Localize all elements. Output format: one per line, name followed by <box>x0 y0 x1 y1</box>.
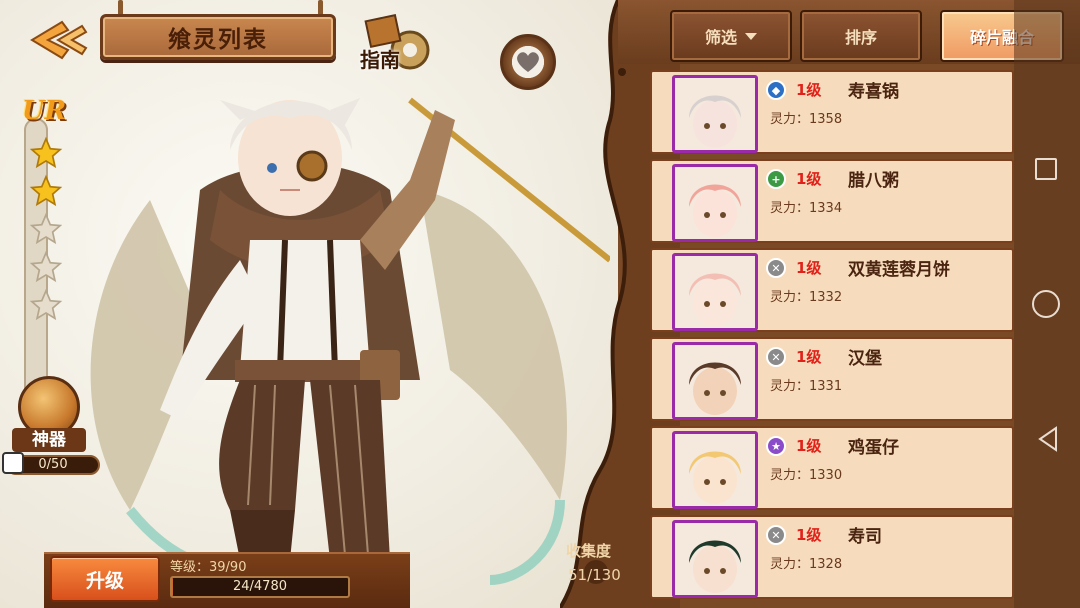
sort-label: 排序 <box>844 28 877 47</box>
power-text: 灵力：1330 <box>770 468 843 483</box>
star-empty-icon <box>29 288 63 321</box>
portrait-icon <box>675 523 755 595</box>
power-text: 灵力：1332 <box>770 290 843 305</box>
xp-progress-bar: 24/4780 <box>170 576 350 598</box>
roster-card[interactable]: ✕ 1级 寿司 灵力：1328 <box>650 515 1014 599</box>
character-avatar <box>672 520 758 598</box>
heart-icon <box>517 52 539 72</box>
guide-button[interactable]: 指南 <box>354 13 436 76</box>
roster-card[interactable]: ✕ 1级 双黄莲蓉月饼 灵力：1332 <box>650 248 1014 332</box>
favorite-button[interactable] <box>500 34 556 90</box>
power-text: 灵力：1331 <box>770 379 843 394</box>
roster-card[interactable]: ✕ 1级 汉堡 灵力：1331 <box>650 337 1014 421</box>
filter-label: 筛选 <box>704 28 737 47</box>
heal-icon: + <box>766 169 786 189</box>
character-avatar <box>672 253 758 331</box>
character-avatar <box>672 431 758 509</box>
roster-card[interactable]: ◆ 1级 寿喜锅 灵力：1358 <box>650 70 1014 154</box>
xp-text: 24/4780 <box>232 579 287 594</box>
sort-button[interactable]: 排序 <box>800 10 922 62</box>
character-scene: 飨灵列表 指南 UR 神器 0/50 升级 等级：39/90 24/4780 <box>0 0 640 608</box>
character-name: 汉堡 <box>848 349 882 369</box>
back-button[interactable] <box>24 18 94 62</box>
level-text: 1级 <box>796 170 822 188</box>
roster-card[interactable]: +1级 腊八粥 灵力：1334 <box>650 159 1014 243</box>
level-text: 1级 <box>796 348 822 366</box>
character-name: 双黄莲蓉月饼 <box>848 260 950 280</box>
shield-icon: ◆ <box>766 80 786 100</box>
artifact-label: 神器 <box>12 428 86 452</box>
xp-progress-fill <box>172 578 173 596</box>
sword-icon: ✕ <box>766 525 786 545</box>
filter-button[interactable]: 筛选 <box>670 10 792 62</box>
level-text: 1级 <box>796 526 822 544</box>
star-empty-icon <box>29 250 63 283</box>
page-title: 飨灵列表 <box>168 26 268 53</box>
page-title-plaque: 飨灵列表 <box>100 14 336 60</box>
character-avatar <box>672 342 758 420</box>
collection-value: 51/130 <box>568 566 621 584</box>
upgrade-button[interactable]: 升级 <box>50 556 160 602</box>
grade-text: 等级：39/90 <box>170 560 247 575</box>
level-text: 1级 <box>796 259 822 277</box>
character-name: 寿司 <box>848 527 882 547</box>
character-avatar <box>672 164 758 242</box>
power-text: 灵力：1328 <box>770 557 843 572</box>
power-text: 灵力：1334 <box>770 201 843 216</box>
star-filled-icon <box>29 136 63 169</box>
artifact-progress-text: 0/50 <box>38 457 68 472</box>
star-empty-icon <box>29 212 63 245</box>
sword-icon: ✕ <box>766 258 786 278</box>
portrait-icon <box>675 78 755 150</box>
character-name: 鸡蛋仔 <box>848 438 899 458</box>
roster-card[interactable]: ★ 1级 鸡蛋仔 灵力：1330 <box>650 426 1014 510</box>
caret-down-icon <box>745 32 757 40</box>
roster-list: ◆ 1级 寿喜锅 灵力：1358 +1级 腊八粥 灵力：1334 ✕ 1级 双黄莲蓉月饼 灵力：13… <box>650 70 1014 608</box>
sword-icon: ✕ <box>766 347 786 367</box>
back-triangle-icon[interactable] <box>1036 426 1060 452</box>
character-illustration <box>90 97 610 585</box>
portrait-icon <box>675 167 755 239</box>
star-icon: ★ <box>766 436 786 456</box>
rarity-label: UR <box>22 96 67 126</box>
level-text: 1级 <box>796 81 822 99</box>
star-filled-icon <box>29 174 63 207</box>
portrait-icon <box>675 256 755 328</box>
level-text: 1级 <box>796 437 822 455</box>
cup-icon <box>2 452 24 474</box>
rarity-panel: UR <box>22 96 70 326</box>
portrait-icon <box>675 434 755 506</box>
collection-label: 收集度 <box>566 542 612 560</box>
recent-apps-icon[interactable] <box>1035 158 1057 180</box>
character-name: 寿喜锅 <box>848 82 899 102</box>
portrait-icon <box>675 345 755 417</box>
character-avatar <box>672 75 758 153</box>
home-icon[interactable] <box>1032 290 1060 318</box>
power-text: 灵力：1358 <box>770 112 843 127</box>
guide-label: 指南 <box>360 48 400 72</box>
character-name: 腊八粥 <box>848 171 899 191</box>
